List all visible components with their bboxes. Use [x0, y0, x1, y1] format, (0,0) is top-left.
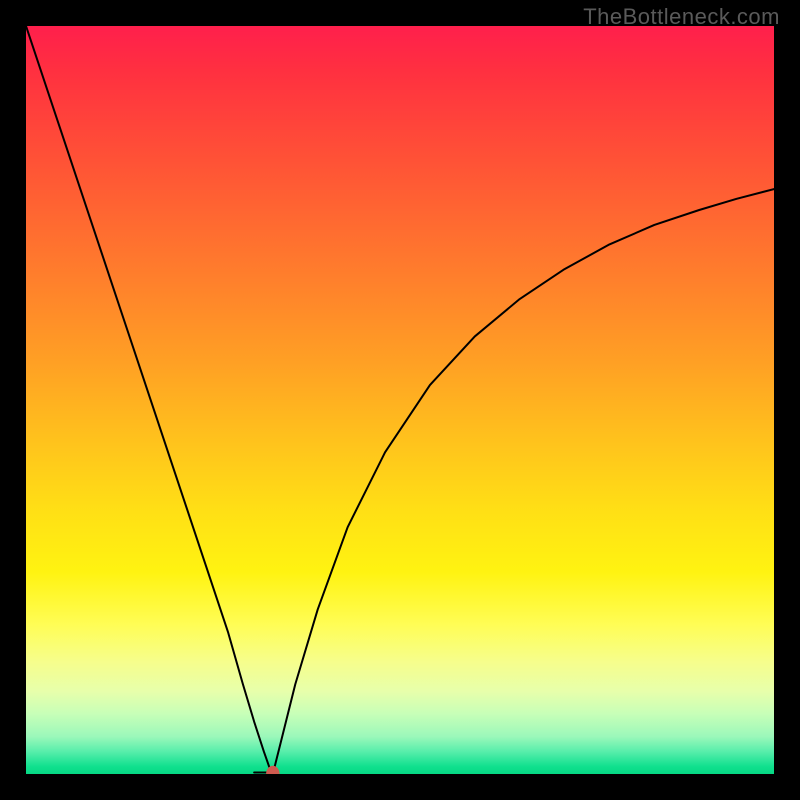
series-left-branch: [26, 26, 273, 774]
plot-area: [26, 26, 774, 774]
curve-series-group: [26, 26, 774, 774]
series-right-branch: [273, 189, 774, 774]
chart-frame: TheBottleneck.com: [0, 0, 800, 800]
curve-layer: [26, 26, 774, 774]
minimum-marker-icon: [266, 766, 279, 774]
